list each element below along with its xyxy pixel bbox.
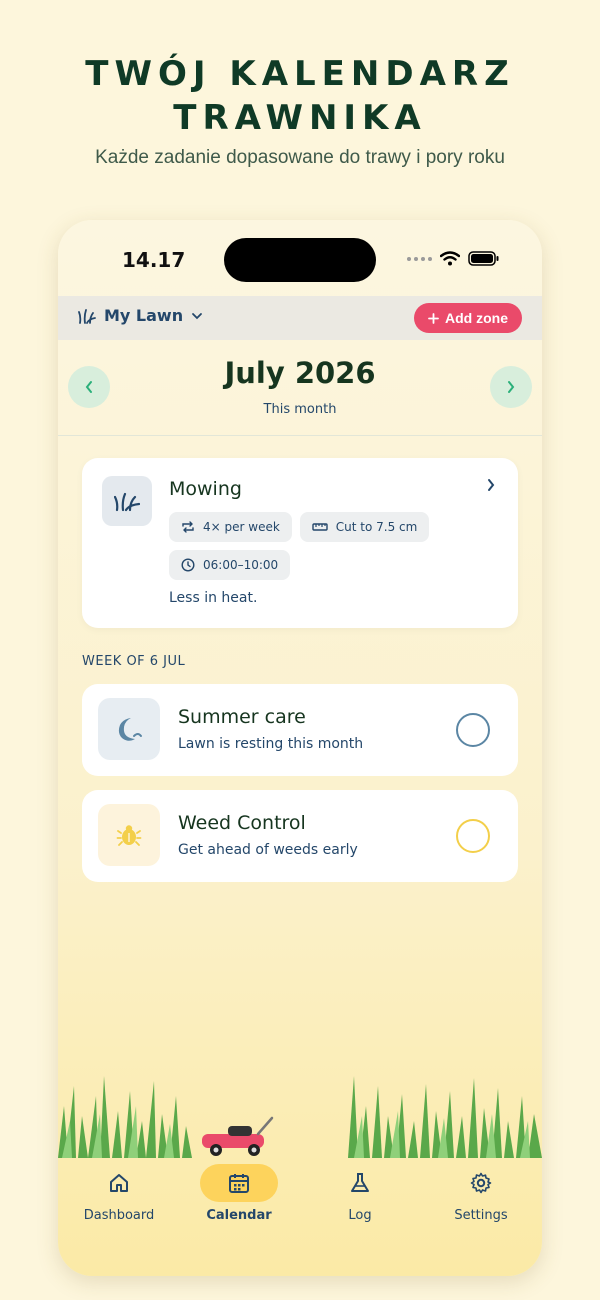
complete-checkbox[interactable] [456,819,490,853]
month-subtitle: This month [263,402,337,417]
tab-icon-wrap [80,1164,158,1202]
row-icon-container [98,698,160,760]
top-bar: My Lawn Add zone [58,296,542,340]
mowing-task-card[interactable]: Mowing 4× per week Cut to 7.5 cm 06:00–1… [82,458,518,628]
repeat-icon [182,521,194,533]
battery-icon [468,251,499,266]
tab-label: Calendar [206,1208,272,1223]
grass-icon [114,492,140,512]
promo-subtitle: Każde zadanie dopasowane do trawy i pory… [95,147,505,168]
zone-name: My Lawn [104,306,184,325]
task-note: Less in heat. [169,590,258,606]
home-icon [110,1174,128,1192]
promo-title: TWÓJ KALENDARZ TRAWNIKA [0,52,600,140]
frequency-chip-label: 4× per week [203,520,280,534]
tab-label: Settings [454,1208,508,1223]
time-window-chip-label: 06:00–10:00 [203,558,279,572]
complete-checkbox[interactable] [456,713,490,747]
row-subtitle: Get ahead of weeds early [178,842,358,858]
cut-height-chip-label: Cut to 7.5 cm [335,520,418,534]
plus-icon [428,312,439,324]
tab-label: Dashboard [83,1208,155,1223]
wifi-icon [440,251,460,266]
week-label: WEEK OF 6 JUL [82,654,186,669]
phone-screen: 14.17 My Lawn Add zone July 2026 This mo… [58,220,542,1276]
tab-bar: Dashboard Calendar Log Settings [58,1156,542,1276]
chevron-right-icon [488,479,495,491]
moon-icon [118,718,142,741]
cut-height-chip: Cut to 7.5 cm [299,512,430,542]
chevron-down-icon [192,312,202,319]
grass-decoration [58,1076,542,1158]
summer-care-row[interactable]: Summer care Lawn is resting this month [82,684,518,776]
task-title: Mowing [169,478,242,500]
clock-icon [181,558,195,572]
tab-icon-wrap [321,1164,399,1202]
task-icon-container [102,476,152,526]
calendar-icon [229,1174,249,1193]
month-header: July 2026 This month [58,340,542,436]
row-title: Weed Control [178,812,306,834]
status-icons [407,251,500,266]
next-month-button[interactable] [490,366,532,408]
time-window-chip: 06:00–10:00 [169,550,291,580]
chevron-right-icon [508,381,515,393]
row-icon-container [98,804,160,866]
ruler-icon [312,523,328,531]
row-subtitle: Lawn is resting this month [178,736,364,752]
grass-icon [78,308,96,324]
status-time: 14.17 [122,248,186,272]
tab-calendar[interactable]: Calendar [184,1164,294,1234]
promo-title-line1: TWÓJ KALENDARZ [85,54,515,94]
bug-icon [116,825,142,846]
row-title: Summer care [178,706,306,728]
add-zone-button[interactable]: Add zone [414,303,522,333]
lawn-mower-icon [202,1116,274,1156]
weed-control-row[interactable]: Weed Control Get ahead of weeds early [82,790,518,882]
flask-icon [351,1173,369,1192]
tab-settings[interactable]: Settings [426,1164,536,1234]
tab-icon-wrap [442,1164,520,1202]
month-title: July 2026 [224,356,376,390]
tab-label: Log [348,1208,372,1223]
tab-dashboard[interactable]: Dashboard [64,1164,174,1234]
signal-dots-icon [407,256,432,261]
dynamic-island [224,238,376,282]
task-chips: 4× per week Cut to 7.5 cm 06:00–10:00 [169,512,469,580]
frequency-chip: 4× per week [169,512,292,542]
tab-log[interactable]: Log [305,1164,415,1234]
tab-icon-wrap [200,1164,278,1202]
gear-icon [470,1172,492,1194]
promo-title-line2: TRAWNIKA [173,98,427,138]
add-zone-label: Add zone [445,310,508,326]
zone-selector[interactable]: My Lawn [78,306,203,325]
